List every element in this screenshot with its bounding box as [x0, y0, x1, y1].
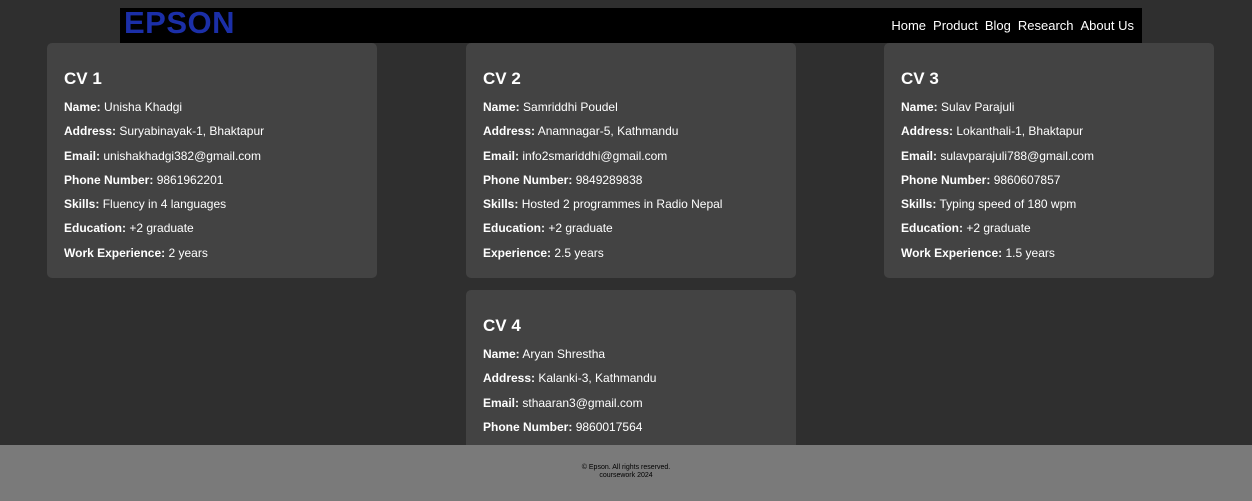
cv-card-2: CV 2 Name: Samriddhi Poudel Address: Ana…: [466, 43, 796, 278]
cv-education-row: Education: +2 graduate: [483, 216, 779, 240]
field-value: 9861962201: [156, 172, 224, 187]
field-value: 9860017564: [575, 419, 643, 434]
cv-phone-row: Phone Number: 9849289838: [483, 168, 779, 192]
cv-address-row: Address: Suryabinayak-1, Bhaktapur: [64, 119, 360, 143]
field-value: sulavparajuli788@gmail.com: [940, 148, 1094, 163]
cv-name-row: Name: Unisha Khadgi: [64, 95, 360, 119]
field-label: Name:: [64, 100, 101, 114]
field-value: Hosted 2 programmes in Radio Nepal: [521, 197, 723, 212]
field-label: Email:: [483, 395, 520, 410]
cv-name-row: Name: Samriddhi Poudel: [483, 95, 779, 119]
field-value: Lokanthali-1, Bhaktapur: [956, 124, 1084, 139]
top-navbar: EPSON Home Product Blog Research About U…: [120, 5, 1142, 43]
cv-education-row: Education: +2 graduate: [901, 216, 1197, 240]
field-label: Phone Number:: [901, 172, 991, 187]
nav-link-home[interactable]: Home: [891, 18, 926, 33]
field-value: Sulav Parajuli: [941, 100, 1015, 114]
cv-title: CV 1: [64, 69, 102, 88]
field-value: Fluency in 4 languages: [102, 197, 227, 212]
cv-experience-row: Work Experience: 2 years: [64, 241, 360, 265]
cv-address-row: Address: Kalanki-3, Kathmandu: [483, 366, 779, 390]
copyright-text: © Epson. All rights reserved.: [581, 464, 671, 471]
cv-skills-row: Skills: Fluency in 4 languages: [64, 192, 360, 216]
field-value: Unisha Khadgi: [104, 100, 183, 114]
epson-logo[interactable]: EPSON: [124, 5, 235, 41]
cv-skills-row: Skills: Hosted 2 programmes in Radio Nep…: [483, 192, 779, 216]
nav-links: Home Product Blog Research About Us: [884, 18, 1134, 33]
cv-email-row: Email: info2smariddhi@gmail.com: [483, 144, 779, 168]
field-value: Samriddhi Poudel: [523, 100, 618, 114]
field-label: Work Experience:: [901, 245, 1003, 260]
field-value: Suryabinayak-1, Bhaktapur: [119, 124, 265, 139]
field-value: 2.5 years: [554, 245, 604, 260]
field-value: sthaaran3@gmail.com: [522, 395, 643, 410]
cv-address-row: Address: Anamnagar-5, Kathmandu: [483, 119, 779, 143]
field-value: info2smariddhi@gmail.com: [522, 148, 668, 163]
coursework-text: coursework 2024: [599, 472, 653, 479]
field-value: +2 graduate: [548, 221, 613, 236]
field-value: unishakhadgi382@gmail.com: [103, 148, 261, 163]
field-value: Typing speed of 180 wpm: [939, 197, 1077, 212]
cv-email-row: Email: sthaaran3@gmail.com: [483, 391, 779, 415]
field-label: Experience:: [483, 245, 552, 260]
field-label: Email:: [483, 148, 520, 163]
field-label: Education:: [901, 221, 963, 236]
nav-link-blog[interactable]: Blog: [985, 18, 1011, 33]
cv-email-row: Email: unishakhadgi382@gmail.com: [64, 144, 360, 168]
field-label: Address:: [483, 371, 536, 386]
field-value: 2 years: [168, 245, 208, 260]
field-label: Address:: [901, 124, 954, 139]
cv-card-4: CV 4 Name: Aryan Shrestha Address: Kalan…: [466, 290, 796, 450]
cv-name-row: Name: Sulav Parajuli: [901, 95, 1197, 119]
field-label: Skills:: [483, 197, 519, 212]
cv-address-row: Address: Lokanthali-1, Bhaktapur: [901, 119, 1197, 143]
field-value: Anamnagar-5, Kathmandu: [537, 124, 679, 139]
cv-phone-row: Phone Number: 9861962201: [64, 168, 360, 192]
field-label: Phone Number:: [64, 172, 154, 187]
field-label: Email:: [64, 148, 101, 163]
field-label: Skills:: [901, 197, 937, 212]
cv-education-row: Education: +2 graduate: [64, 216, 360, 240]
page-footer: © Epson. All rights reserved. coursework…: [0, 445, 1252, 501]
field-label: Education:: [483, 221, 545, 236]
cv-card-1: CV 1 Name: Unisha Khadgi Address: Suryab…: [47, 43, 377, 278]
field-label: Skills:: [64, 197, 100, 212]
cv-phone-row: Phone Number: 9860607857: [901, 168, 1197, 192]
cv-card-3: CV 3 Name: Sulav Parajuli Address: Lokan…: [884, 43, 1214, 278]
field-label: Phone Number:: [483, 172, 573, 187]
field-value: 9860607857: [993, 172, 1061, 187]
cv-skills-row: Skills: Typing speed of 180 wpm: [901, 192, 1197, 216]
field-label: Name:: [483, 100, 520, 114]
cv-name-row: Name: Aryan Shrestha: [483, 342, 779, 366]
cv-title: CV 4: [483, 316, 521, 335]
cv-title: CV 2: [483, 69, 521, 88]
field-value: +2 graduate: [966, 221, 1031, 236]
field-value: Aryan Shrestha: [522, 347, 606, 361]
field-value: 1.5 years: [1005, 245, 1055, 260]
field-value: Kalanki-3, Kathmandu: [538, 371, 657, 386]
field-label: Name:: [483, 347, 520, 361]
cv-phone-row: Phone Number: 9860017564: [483, 415, 779, 439]
field-label: Address:: [64, 124, 117, 139]
cv-experience-row: Experience: 2.5 years: [483, 241, 779, 265]
field-label: Phone Number:: [483, 419, 573, 434]
field-label: Work Experience:: [64, 245, 166, 260]
nav-link-about-us[interactable]: About Us: [1081, 18, 1134, 33]
field-label: Address:: [483, 124, 536, 139]
field-label: Name:: [901, 100, 938, 114]
nav-link-product[interactable]: Product: [933, 18, 978, 33]
cv-experience-row: Work Experience: 1.5 years: [901, 241, 1197, 265]
field-label: Email:: [901, 148, 938, 163]
cv-title: CV 3: [901, 69, 939, 88]
cv-email-row: Email: sulavparajuli788@gmail.com: [901, 144, 1197, 168]
field-label: Education:: [64, 221, 126, 236]
field-value: 9849289838: [575, 172, 643, 187]
field-value: +2 graduate: [129, 221, 194, 236]
nav-link-research[interactable]: Research: [1018, 18, 1074, 33]
